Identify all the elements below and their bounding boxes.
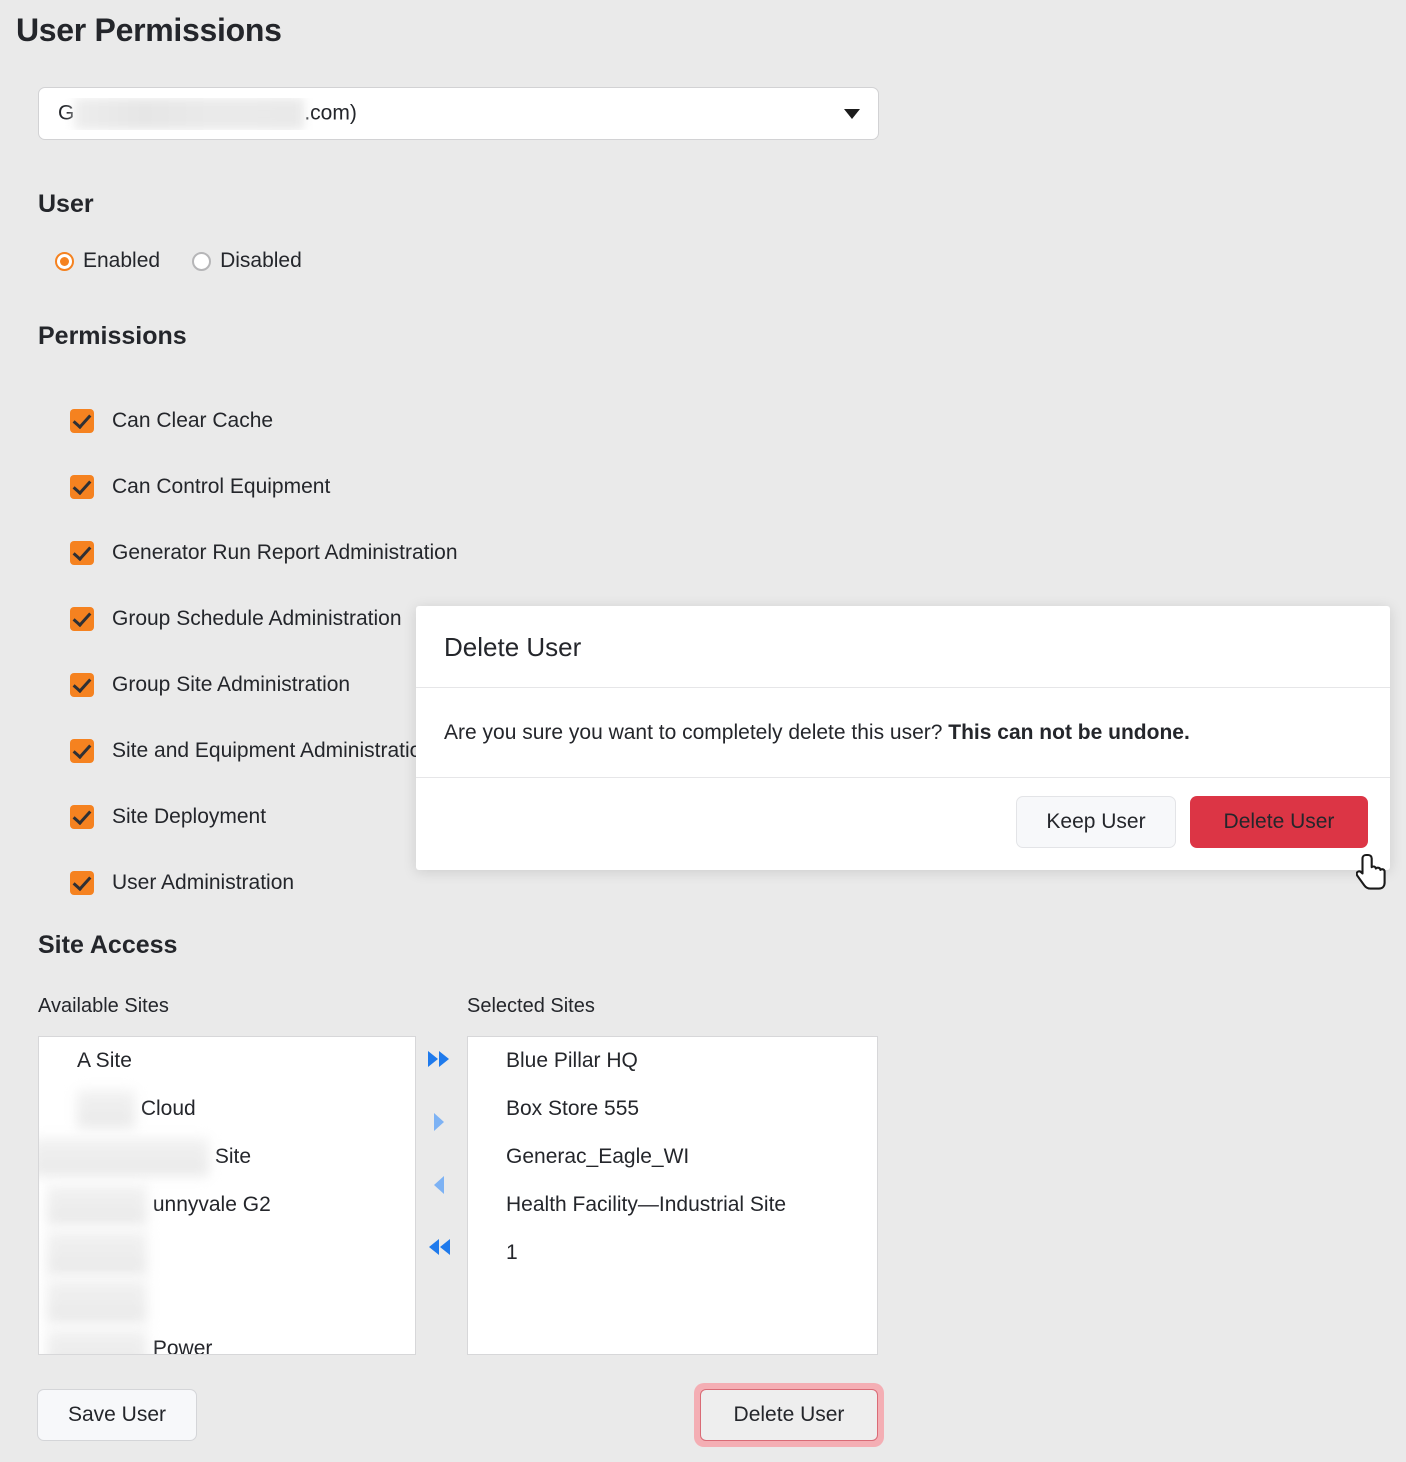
list-item[interactable]	[39, 1229, 415, 1277]
radio-label-disabled: Disabled	[220, 249, 302, 272]
radio-label-enabled: Enabled	[83, 249, 161, 272]
delete-user-button-focus-ring: Delete User	[694, 1383, 884, 1447]
permission-label: Generator Run Report Administration	[112, 541, 458, 564]
modal-title: Delete User	[416, 606, 1390, 688]
save-user-button[interactable]: Save User	[37, 1389, 197, 1441]
modal-footer: Keep User Delete User	[416, 778, 1390, 870]
user-select-redaction	[74, 97, 305, 130]
permission-label: Can Control Equipment	[112, 475, 331, 498]
modal-delete-user-button[interactable]: Delete User	[1190, 796, 1368, 849]
radio-icon-disabled[interactable]	[192, 251, 212, 271]
permissions-heading: Permissions	[38, 322, 187, 350]
checkbox-icon-group-schedule-administration[interactable]	[70, 607, 94, 631]
site-access-heading: Site Access	[38, 931, 178, 959]
list-item[interactable]: Generac_Eagle_WI	[468, 1133, 877, 1181]
user-status-radio-group: Enabled Disabled	[55, 249, 302, 273]
modal-body: Are you sure you want to completely dele…	[416, 688, 1390, 779]
radio-option-disabled[interactable]: Disabled	[192, 249, 302, 273]
permission-row[interactable]: Can Clear Cache	[70, 388, 970, 454]
move-right-button[interactable]	[420, 1112, 458, 1132]
list-item-redaction	[47, 1279, 147, 1324]
checkbox-icon-site-deployment[interactable]	[70, 805, 94, 829]
chevron-down-icon[interactable]	[844, 108, 860, 119]
permission-label: Site and Equipment Administration	[112, 739, 434, 762]
list-item-redaction	[47, 1329, 147, 1354]
list-item[interactable]: Power	[39, 1325, 415, 1355]
modal-body-emphasis: This can not be undone.	[948, 721, 1190, 744]
list-item-redaction	[39, 1138, 209, 1177]
list-item[interactable]	[39, 1277, 415, 1325]
available-sites-label: Available Sites	[38, 995, 169, 1017]
permission-label: Group Site Administration	[112, 673, 351, 696]
user-select[interactable]: G .com)	[38, 87, 879, 140]
list-item[interactable]: Box Store 555	[468, 1085, 877, 1133]
checkbox-icon-group-site-administration[interactable]	[70, 673, 94, 697]
list-item[interactable]: Blue Pillar HQ	[468, 1037, 877, 1085]
radio-option-enabled[interactable]: Enabled	[55, 249, 160, 273]
checkbox-icon-user-administration[interactable]	[70, 871, 94, 895]
keep-user-button[interactable]: Keep User	[1016, 796, 1176, 849]
move-all-left-button[interactable]	[420, 1238, 458, 1256]
modal-body-text: Are you sure you want to completely dele…	[444, 721, 949, 744]
available-sites-listbox[interactable]: A Site Cloud Site unnyvale G2 Power Demo	[38, 1036, 416, 1355]
move-left-button[interactable]	[420, 1175, 458, 1195]
list-item-label: Power	[152, 1337, 213, 1355]
list-item[interactable]: A Site	[39, 1037, 415, 1085]
chevron-left-icon	[434, 1176, 444, 1194]
checkbox-icon-can-clear-cache[interactable]	[70, 409, 94, 433]
permission-label: User Administration	[112, 871, 295, 894]
user-section-heading: User	[38, 190, 94, 218]
permission-label: Site Deployment	[112, 805, 267, 828]
delete-user-button[interactable]: Delete User	[700, 1389, 878, 1441]
chevron-right-icon	[434, 1113, 444, 1131]
list-item-redaction	[47, 1231, 147, 1276]
permission-label: Group Schedule Administration	[112, 607, 402, 630]
user-select-value-prefix: G	[58, 101, 75, 125]
list-item-label: Site	[214, 1145, 252, 1168]
delete-user-modal: Delete User Are you sure you want to com…	[416, 606, 1390, 871]
selected-sites-listbox[interactable]: Blue Pillar HQ Box Store 555 Generac_Eag…	[467, 1036, 878, 1355]
permission-row[interactable]: Generator Run Report Administration	[70, 520, 970, 586]
list-item[interactable]: Site	[39, 1133, 415, 1181]
permission-row[interactable]: Can Control Equipment	[70, 454, 970, 520]
move-all-right-button[interactable]	[420, 1050, 458, 1068]
list-item[interactable]: Health Facility—Industrial Site 1	[468, 1181, 798, 1277]
list-item-label: Cloud	[140, 1097, 196, 1120]
list-item[interactable]: Cloud	[39, 1085, 415, 1133]
double-chevron-left-icon	[429, 1239, 450, 1255]
selected-sites-label: Selected Sites	[467, 995, 595, 1017]
list-item[interactable]: unnyvale G2	[39, 1181, 415, 1229]
checkbox-icon-site-and-equipment-administration[interactable]	[70, 739, 94, 763]
double-chevron-right-icon	[428, 1051, 449, 1067]
list-item-label: A Site	[77, 1049, 132, 1072]
checkbox-icon-can-control-equipment[interactable]	[70, 475, 94, 499]
user-select-value-suffix: .com)	[304, 101, 357, 125]
list-item-redaction	[77, 1090, 135, 1129]
user-select-wrapper: G .com)	[38, 87, 879, 140]
user-select-value: G .com)	[58, 97, 357, 130]
permission-label: Can Clear Cache	[112, 409, 274, 432]
checkbox-icon-generator-run-report-administration[interactable]	[70, 541, 94, 565]
list-item-label: unnyvale G2	[152, 1193, 271, 1216]
radio-icon-enabled[interactable]	[55, 251, 74, 271]
page-title: User Permissions	[16, 12, 282, 48]
list-item-redaction	[47, 1185, 147, 1226]
